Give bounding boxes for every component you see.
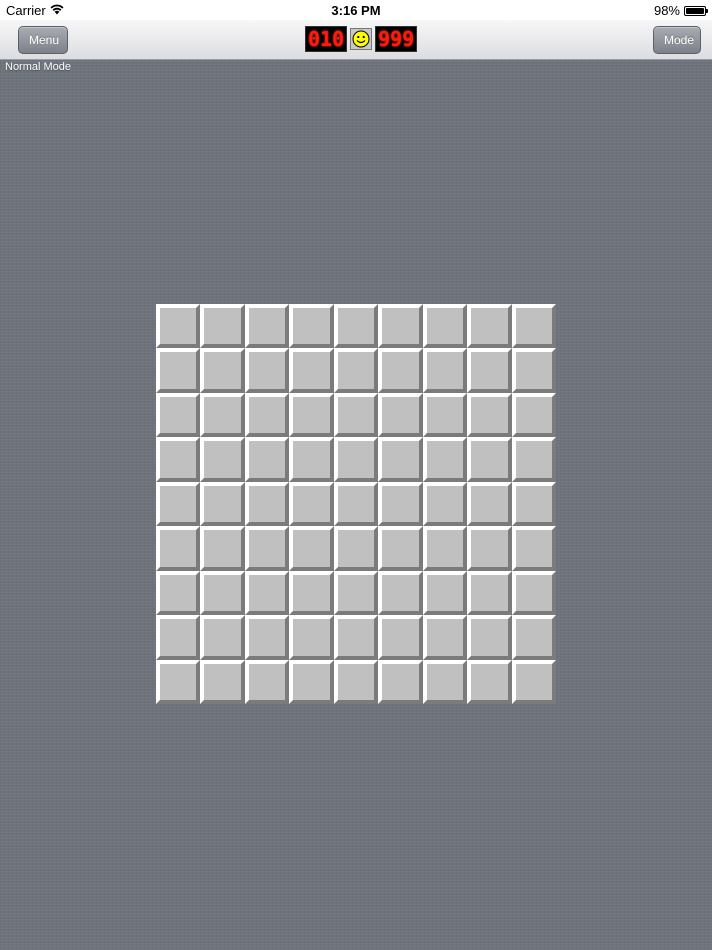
board-cell[interactable] — [333, 304, 379, 349]
board-cell[interactable] — [289, 659, 334, 704]
board-cell[interactable] — [333, 392, 379, 438]
board-cell[interactable] — [378, 348, 423, 393]
board-cell[interactable] — [511, 437, 556, 482]
board-cell[interactable] — [333, 526, 379, 571]
board-cell[interactable] — [467, 659, 512, 704]
board-cell[interactable] — [378, 615, 423, 660]
minesweeper-board — [156, 304, 556, 704]
timer-counter: 999 — [375, 26, 418, 52]
board-cell[interactable] — [200, 304, 245, 349]
board-cell[interactable] — [333, 570, 379, 616]
board-cell[interactable] — [378, 392, 423, 438]
board-cell[interactable] — [156, 659, 201, 704]
board-cell[interactable] — [156, 615, 201, 660]
board-cell[interactable] — [156, 526, 201, 571]
smiley-face-icon — [352, 30, 370, 48]
board-cell[interactable] — [200, 437, 245, 482]
board-cell[interactable] — [333, 437, 379, 482]
status-right: 98% — [653, 3, 708, 18]
mode-label: Normal Mode — [5, 61, 72, 73]
board-cell[interactable] — [467, 392, 512, 438]
board-cell[interactable] — [422, 659, 468, 704]
board-cell[interactable] — [244, 348, 290, 393]
board-cell[interactable] — [200, 526, 245, 571]
board-cell[interactable] — [156, 392, 201, 438]
board-cell[interactable] — [378, 481, 423, 527]
board-cell[interactable] — [467, 570, 512, 616]
board-cell[interactable] — [467, 526, 512, 571]
board-cell[interactable] — [289, 304, 334, 349]
board-cell[interactable] — [200, 392, 245, 438]
board-cell[interactable] — [378, 437, 423, 482]
status-bar: Carrier 3:16 PM 98% — [0, 0, 712, 20]
board-cell[interactable] — [156, 304, 201, 349]
board-cell[interactable] — [378, 570, 423, 616]
board-cell[interactable] — [244, 659, 290, 704]
board-cell[interactable] — [422, 392, 468, 438]
board-cell[interactable] — [333, 659, 379, 704]
reset-face-button[interactable] — [350, 28, 373, 50]
board-cell[interactable] — [244, 615, 290, 660]
board-cell[interactable] — [244, 570, 290, 616]
board-cell[interactable] — [467, 615, 512, 660]
board-cell[interactable] — [511, 304, 556, 349]
board-cell[interactable] — [244, 526, 290, 571]
board-cell[interactable] — [289, 615, 334, 660]
board-cell[interactable] — [511, 570, 556, 616]
board-cell[interactable] — [511, 392, 556, 438]
board-cell[interactable] — [289, 526, 334, 571]
board-cell[interactable] — [422, 526, 468, 571]
board-cell[interactable] — [511, 481, 556, 527]
board-cell[interactable] — [422, 437, 468, 482]
board-cell[interactable] — [422, 481, 468, 527]
board-cell[interactable] — [156, 481, 201, 527]
board-cell[interactable] — [200, 659, 245, 704]
board-cell[interactable] — [289, 437, 334, 482]
board-cell[interactable] — [156, 570, 201, 616]
game-hud: 010 999 — [305, 26, 418, 52]
board-cell[interactable] — [511, 615, 556, 660]
menu-button[interactable]: Menu — [18, 26, 68, 54]
board-cell[interactable] — [422, 570, 468, 616]
mode-button[interactable]: Mode — [653, 26, 701, 54]
board-cell[interactable] — [422, 615, 468, 660]
board-cell[interactable] — [200, 570, 245, 616]
board-cell[interactable] — [289, 481, 334, 527]
board-cell[interactable] — [244, 304, 290, 349]
board-cell[interactable] — [333, 615, 379, 660]
board-cell[interactable] — [156, 348, 201, 393]
board-cell[interactable] — [244, 481, 290, 527]
board-cell[interactable] — [200, 481, 245, 527]
board-cell[interactable] — [511, 659, 556, 704]
board-cell[interactable] — [378, 526, 423, 571]
board-cell[interactable] — [333, 348, 379, 393]
board-cell[interactable] — [467, 304, 512, 349]
board-cell[interactable] — [467, 348, 512, 393]
battery-icon — [684, 5, 708, 16]
battery-percent: 98% — [653, 3, 680, 18]
board-cell[interactable] — [511, 348, 556, 393]
board-cell[interactable] — [422, 348, 468, 393]
board-cell[interactable] — [244, 392, 290, 438]
status-time: 3:16 PM — [331, 3, 381, 18]
board-cell[interactable] — [156, 437, 201, 482]
board-cell[interactable] — [289, 392, 334, 438]
board-cell[interactable] — [289, 570, 334, 616]
mine-counter: 010 — [305, 26, 348, 52]
board-cell[interactable] — [378, 304, 423, 349]
board-cell[interactable] — [333, 481, 379, 527]
board-cell[interactable] — [289, 348, 334, 393]
board-cell[interactable] — [200, 348, 245, 393]
nav-bar: Menu 010 999 Mode — [0, 20, 712, 60]
board-cell[interactable] — [467, 437, 512, 482]
board-cell[interactable] — [422, 304, 468, 349]
board-cell[interactable] — [378, 659, 423, 704]
board-cell[interactable] — [244, 437, 290, 482]
board-cell[interactable] — [467, 481, 512, 527]
board-cell[interactable] — [511, 526, 556, 571]
board-cell[interactable] — [200, 615, 245, 660]
